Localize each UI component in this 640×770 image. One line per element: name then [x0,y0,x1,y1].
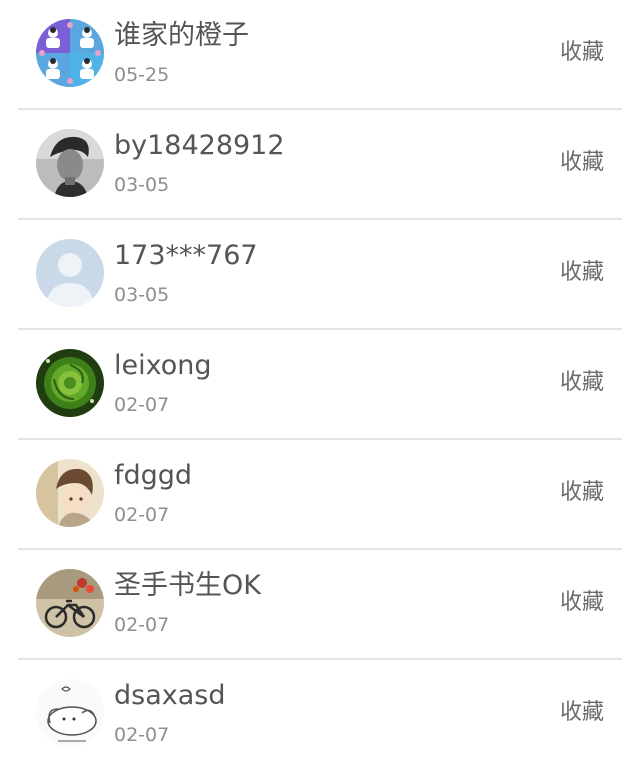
list-item[interactable]: 圣手书生OK 02-07 收藏 [0,550,640,660]
bicycle-flowers-avatar-icon[interactable] [36,569,104,637]
user-name: leixong [114,350,212,381]
post-date: 03-05 [114,174,170,196]
post-date: 05-25 [114,64,170,86]
list-item[interactable]: dsaxasd 02-07 收藏 [0,660,640,770]
user-name: 圣手书生OK [114,570,261,601]
user-list: 谁家的橙子 05-25 收藏 by18428912 03-05 收藏 173**… [0,0,640,769]
list-item[interactable]: 173***767 03-05 收藏 [0,220,640,330]
green-rose-avatar-icon[interactable] [36,349,104,417]
anime-character-avatar-icon[interactable] [36,459,104,527]
user-name: dsaxasd [114,680,226,711]
favorite-button[interactable]: 收藏 [560,478,604,508]
user-name: 谁家的橙子 [114,20,249,51]
cartoon-figures-avatar-icon[interactable] [36,19,104,87]
favorite-button[interactable]: 收藏 [560,148,604,178]
post-date: 02-07 [114,614,170,636]
default-user-avatar-icon[interactable] [36,239,104,307]
favorite-button[interactable]: 收藏 [560,698,604,728]
list-item[interactable]: fdggd 02-07 收藏 [0,440,640,550]
user-name: by18428912 [114,130,285,161]
favorite-button[interactable]: 收藏 [560,38,604,68]
favorite-button[interactable]: 收藏 [560,368,604,398]
list-item[interactable]: 谁家的橙子 05-25 收藏 [0,0,640,110]
user-name: fdggd [114,460,193,491]
man-portrait-avatar-icon[interactable] [36,129,104,197]
post-date: 02-07 [114,394,170,416]
sketch-cartoon-avatar-icon[interactable] [36,679,104,747]
list-item[interactable]: leixong 02-07 收藏 [0,330,640,440]
user-name: 173***767 [114,240,258,271]
favorite-button[interactable]: 收藏 [560,588,604,618]
post-date: 03-05 [114,284,170,306]
favorite-button[interactable]: 收藏 [560,258,604,288]
post-date: 02-07 [114,724,170,746]
list-item[interactable]: by18428912 03-05 收藏 [0,110,640,220]
post-date: 02-07 [114,504,170,526]
